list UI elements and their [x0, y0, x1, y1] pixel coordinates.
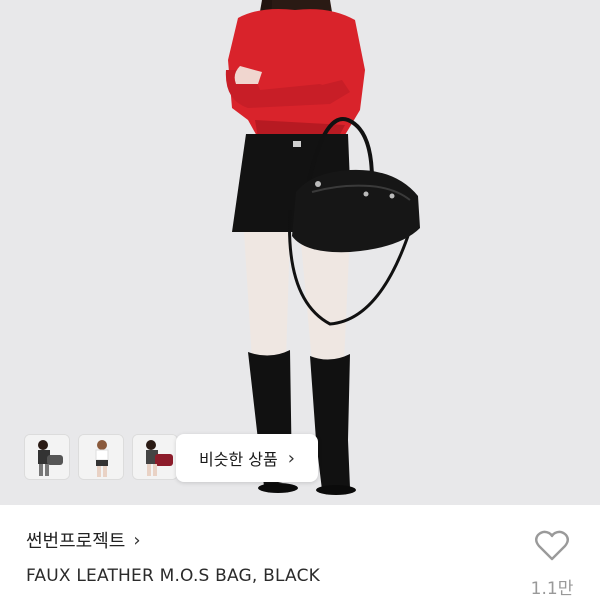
seller-name: 썬번프로젝트 — [26, 531, 126, 552]
like-count: 1.1만 — [530, 579, 574, 599]
thumbnail-model-with-red-bag-icon — [133, 435, 177, 479]
similar-items-button[interactable]: 비슷한 상품 › — [176, 434, 318, 482]
thumbnail-strip — [24, 434, 178, 480]
heart-outline-icon — [535, 530, 569, 561]
thumbnail-3[interactable] — [132, 434, 178, 480]
like-button[interactable] — [528, 530, 576, 570]
similar-items-label: 비슷한 상품 — [199, 450, 278, 469]
thumbnail-1[interactable] — [24, 434, 70, 480]
seller-link[interactable]: 썬번프로젝트 › — [26, 527, 141, 553]
chevron-right-icon: › — [133, 529, 141, 551]
product-image[interactable] — [0, 0, 600, 505]
model-photo — [225, 0, 420, 495]
thumbnail-2[interactable] — [78, 434, 124, 480]
chevron-right-icon: › — [287, 447, 295, 469]
product-title: FAUX LEATHER M.O.S BAG, BLACK — [26, 566, 320, 586]
thumbnail-model-white-top-icon — [79, 435, 123, 479]
thumbnail-model-with-black-bag-icon — [25, 435, 69, 479]
